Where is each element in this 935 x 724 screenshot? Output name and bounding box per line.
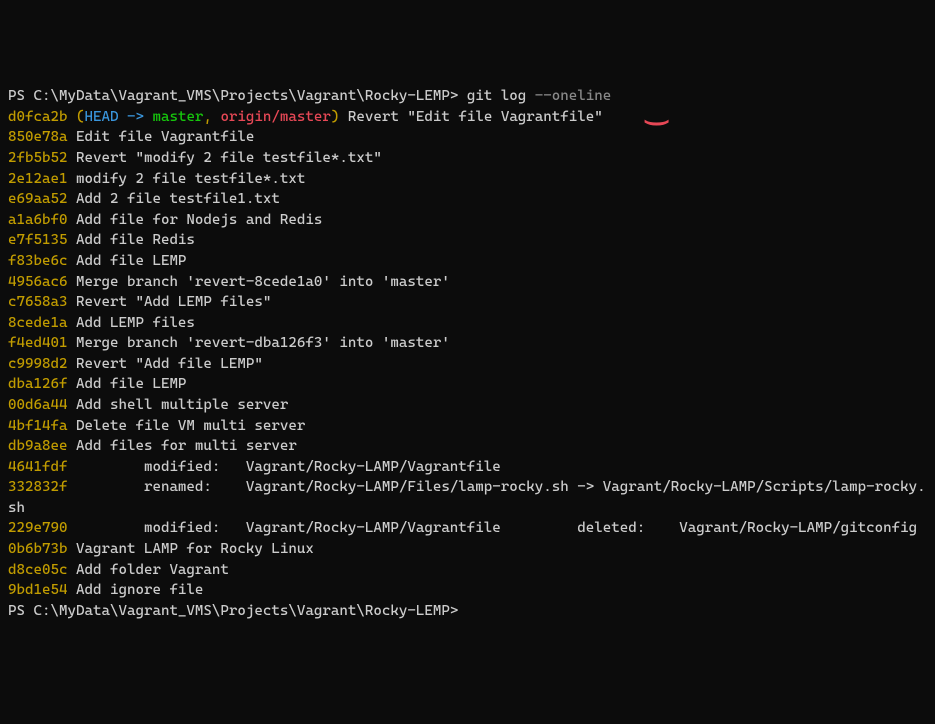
commit-line: a1a6bf0 Add file for Nodejs and Redis <box>8 210 927 231</box>
commit-hash: f4ed401 <box>8 335 67 351</box>
git-log-output: d0fca2b (HEAD -> master, origin/master) … <box>8 107 927 601</box>
commit-line: 4641fdf modified: Vagrant/Rocky-LAMP/Vag… <box>8 457 927 478</box>
commit-hash: a1a6bf0 <box>8 212 67 228</box>
commit-line: 9bd1e54 Add ignore file <box>8 580 927 601</box>
commit-message: Add ignore file <box>67 582 203 598</box>
commit-line: c9998d2 Revert "Add file LEMP" <box>8 354 927 375</box>
commit-line: c7658a3 Revert "Add LEMP files" <box>8 292 927 313</box>
commit-line: f4ed401 Merge branch 'revert-dba126f3' i… <box>8 333 927 354</box>
commit-message: modified: Vagrant/Rocky-LAMP/Vagrantfile <box>67 459 500 475</box>
commit-message: Revert "Add file LEMP" <box>67 356 262 372</box>
commit-message: renamed: Vagrant/Rocky-LAMP/Files/lamp-r… <box>8 479 926 516</box>
commit-message: Add file LEMP <box>67 253 186 269</box>
commit-message: Add file Redis <box>67 232 194 248</box>
commit-line: 4bf14fa Delete file VM multi server <box>8 416 927 437</box>
prompt-suffix: > <box>450 603 467 619</box>
commit-line: 332832f renamed: Vagrant/Rocky-LAMP/File… <box>8 477 927 518</box>
commit-message: Add 2 file testfile1.txt <box>67 191 279 207</box>
commit-message: Delete file VM multi server <box>67 418 305 434</box>
commit-hash: 850e78a <box>8 129 67 145</box>
commit-message: Edit file Vagrantfile <box>67 129 254 145</box>
prompt-prefix: PS <box>8 88 34 104</box>
commit-hash: 4956ac6 <box>8 274 67 290</box>
ref-sep: , <box>203 109 220 125</box>
commit-hash: e7f5135 <box>8 232 67 248</box>
commit-message: Add file for Nodejs and Redis <box>67 212 322 228</box>
prompt-cwd: C:\MyData\Vagrant_VMS\Projects\Vagrant\R… <box>34 603 450 619</box>
prompt-suffix: > <box>450 88 467 104</box>
commit-message: Merge branch 'revert-dba126f3' into 'mas… <box>67 335 449 351</box>
commit-message: Add LEMP files <box>67 315 194 331</box>
prompt-prefix: PS <box>8 603 34 619</box>
ref-branch-local: master <box>152 109 203 125</box>
commit-hash: 229e790 <box>8 520 67 536</box>
commit-line: d8ce05c Add folder Vagrant <box>8 560 927 581</box>
commit-message: Merge branch 'revert-8cede1a0' into 'mas… <box>67 274 449 290</box>
command: git log <box>467 88 526 104</box>
commit-hash: 9bd1e54 <box>8 582 67 598</box>
commit-message: Add folder Vagrant <box>67 562 228 578</box>
commit-hash: e69aa52 <box>8 191 67 207</box>
commit-message: Add files for multi server <box>67 438 296 454</box>
commit-hash: 4641fdf <box>8 459 67 475</box>
prompt-line-end: PS C:\MyData\Vagrant_VMS\Projects\Vagran… <box>8 601 927 622</box>
commit-message: Vagrant LAMP for Rocky Linux <box>67 541 313 557</box>
commit-hash: d0fca2b <box>8 109 67 125</box>
ref-branch-remote: origin/master <box>220 109 330 125</box>
commit-line: e69aa52 Add 2 file testfile1.txt <box>8 189 927 210</box>
commit-hash: 2fb5b52 <box>8 150 67 166</box>
commit-line: 2fb5b52 Revert "modify 2 file testfile*.… <box>8 148 927 169</box>
commit-hash: f83be6c <box>8 253 67 269</box>
commit-line: 850e78a Edit file Vagrantfile <box>8 127 927 148</box>
ref-head: HEAD -> <box>84 109 152 125</box>
commit-hash: 00d6a44 <box>8 397 67 413</box>
commit-line: e7f5135 Add file Redis <box>8 230 927 251</box>
commit-hash: 2e12ae1 <box>8 171 67 187</box>
commit-line: 2e12ae1 modify 2 file testfile*.txt <box>8 169 927 190</box>
commit-hash: 0b6b73b <box>8 541 67 557</box>
commit-message: Revert "modify 2 file testfile*.txt" <box>67 150 381 166</box>
commit-hash: c9998d2 <box>8 356 67 372</box>
command-arg: --oneline <box>526 88 611 104</box>
commit-message: modified: Vagrant/Rocky-LAMP/Vagrantfile… <box>67 520 917 536</box>
commit-hash: 4bf14fa <box>8 418 67 434</box>
commit-line: d0fca2b (HEAD -> master, origin/master) … <box>8 107 927 128</box>
commit-message: Add shell multiple server <box>67 397 288 413</box>
commit-line: 4956ac6 Merge branch 'revert-8cede1a0' i… <box>8 272 927 293</box>
terminal[interactable]: PS C:\MyData\Vagrant_VMS\Projects\Vagran… <box>8 86 927 621</box>
prompt-line: PS C:\MyData\Vagrant_VMS\Projects\Vagran… <box>8 86 927 107</box>
commit-hash: d8ce05c <box>8 562 67 578</box>
commit-line: f83be6c Add file LEMP <box>8 251 927 272</box>
commit-hash: dba126f <box>8 376 67 392</box>
commit-message: Add file LEMP <box>67 376 186 392</box>
commit-line: db9a8ee Add files for multi server <box>8 436 927 457</box>
commit-hash: db9a8ee <box>8 438 67 454</box>
prompt-cwd: C:\MyData\Vagrant_VMS\Projects\Vagrant\R… <box>34 88 450 104</box>
commit-message: Revert "Add LEMP files" <box>67 294 271 310</box>
commit-line: 0b6b73b Vagrant LAMP for Rocky Linux <box>8 539 927 560</box>
commit-hash: c7658a3 <box>8 294 67 310</box>
commit-line: 00d6a44 Add shell multiple server <box>8 395 927 416</box>
commit-line: dba126f Add file LEMP <box>8 374 927 395</box>
commit-line: 8cede1a Add LEMP files <box>8 313 927 334</box>
commit-message: Revert "Edit file Vagrantfile" <box>339 109 602 125</box>
commit-hash: 332832f <box>8 479 67 495</box>
commit-message: modify 2 file testfile*.txt <box>67 171 305 187</box>
commit-hash: 8cede1a <box>8 315 67 331</box>
